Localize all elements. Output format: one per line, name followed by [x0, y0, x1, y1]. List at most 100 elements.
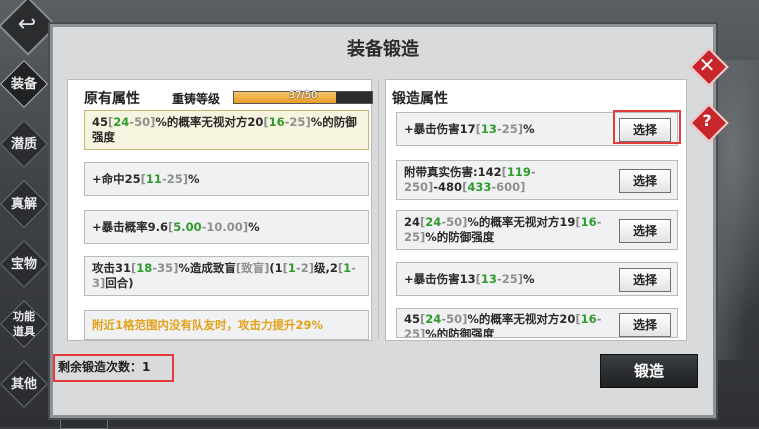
side-tab-true-solution[interactable]: 真解: [0, 179, 49, 229]
attr-text-segment: 16: [580, 312, 597, 326]
forge-attr-row: +暴击伤害13[13-25]% 选择: [396, 262, 678, 296]
attr-text-segment: -35: [152, 261, 174, 275]
attr-text-segment: %的概率无视对方20: [467, 312, 576, 326]
side-tab-label: 功能道具: [13, 310, 35, 338]
attr-text-segment: 附带真实伤害:142: [404, 165, 502, 179]
attr-text-segment: %: [187, 171, 200, 186]
attr-text-segment: -600: [491, 180, 521, 194]
forge-attr-text: +暴击伤害17[13-25]%: [404, 122, 624, 137]
attr-text-segment: 24: [404, 215, 421, 229]
attr-text-segment: 45: [92, 115, 109, 129]
attr-text-segment: -2: [295, 261, 309, 275]
forge-attr-row: 24[24-50]%的概率无视对方19[16-25]%的防御强度 选择: [396, 210, 678, 250]
back-button[interactable]: ↩: [0, 0, 58, 56]
attr-text-segment: 433: [467, 180, 492, 194]
forge-attributes-heading: 锻造属性: [392, 91, 448, 107]
attr-text-segment: %: [248, 219, 260, 234]
attr-text-segment: 16: [268, 115, 285, 129]
attr-text-segment: 16: [580, 215, 597, 229]
attr-text-segment: -50: [129, 115, 151, 129]
attr-text-segment: -25: [496, 121, 518, 136]
attr-text-segment: 119: [506, 165, 531, 179]
side-tab-treasure[interactable]: 宝物: [0, 239, 49, 289]
attr-text-segment: -50: [441, 215, 463, 229]
rebuild-progress-text: 37/50: [288, 90, 318, 101]
forge-attr-text: +暴击伤害13[13-25]%: [404, 272, 624, 287]
original-attr-special-text: 附近1格范围内没有队友时，攻击力提升29%: [92, 317, 324, 332]
remaining-forge-count: 剩余锻造次数：1: [58, 360, 151, 374]
original-attr-row-special[interactable]: 附近1格范围内没有队友时，攻击力提升29%: [84, 310, 369, 340]
attr-text-segment: %: [522, 121, 535, 136]
attr-text-segment: +命中25: [92, 171, 141, 186]
original-attr-row[interactable]: +暴击概率9.6[5.00-10.00]%: [84, 210, 369, 244]
dialog-title: 装备锻造: [347, 39, 419, 60]
attr-text-segment: [致盲]: [235, 261, 270, 275]
side-tab-label: 潜质: [10, 136, 37, 152]
original-attributes-panel: 原有属性 重铸等级 37/50 45[24-50]%的概率无视对方20[16-2…: [67, 79, 373, 341]
attr-text-segment: 13: [480, 121, 497, 136]
attr-text-segment: %: [522, 271, 535, 286]
side-tab-function-items[interactable]: 功能道具: [0, 299, 49, 349]
attr-text-segment: 1: [287, 261, 296, 275]
side-tab-label: 装备: [10, 76, 37, 92]
attr-text-segment: -25: [496, 271, 518, 286]
attr-text-segment: 回合): [105, 276, 134, 290]
attr-text-segment: 13: [480, 271, 497, 286]
side-tab-label: 宝物: [10, 256, 37, 272]
attr-text-segment: 11: [145, 171, 162, 186]
original-attr-text: 45[24-50]%的概率无视对方20[16-25]%的防御强度: [92, 115, 361, 145]
help-button[interactable]: ?: [689, 103, 729, 143]
attr-text-segment: (1: [269, 261, 283, 275]
select-button[interactable]: 选择: [619, 219, 671, 243]
attr-text-segment: %的防御强度: [425, 230, 495, 244]
select-button[interactable]: 选择: [619, 313, 671, 337]
rebuild-level-label: 重铸等级: [172, 92, 221, 106]
attr-text-segment: 级,2: [313, 261, 338, 275]
attr-text-segment: %的防御强度: [425, 327, 495, 338]
attr-text-segment: -50: [441, 312, 463, 326]
attr-text-segment: %的概率无视对方19: [467, 215, 576, 229]
attr-text-segment: -25: [284, 115, 306, 129]
attr-text-segment: %造成致盲: [178, 261, 236, 275]
attr-text-segment: -10.00: [201, 219, 243, 234]
side-tab-label: 其他: [10, 376, 37, 392]
forge-attr-text: 24[24-50]%的概率无视对方19[16-25]%的防御强度: [404, 215, 624, 245]
attr-text-segment: 1: [343, 261, 352, 275]
help-icon: ?: [702, 111, 712, 130]
attr-text-segment: 24: [425, 215, 442, 229]
original-attr-row[interactable]: 攻击31[18-35]%造成致盲[致盲](1[1-2]级,2[1-3]回合): [84, 256, 369, 296]
attr-text-segment: -480: [433, 180, 463, 194]
attr-text-segment: 45: [404, 312, 421, 326]
side-tab-label: 真解: [10, 196, 37, 212]
attr-text-segment: 攻击31: [92, 261, 132, 275]
close-icon: ✕: [698, 53, 716, 77]
original-attr-row[interactable]: 45[24-50]%的概率无视对方20[16-25]%的防御强度: [84, 110, 369, 150]
attr-text-segment: ]: [520, 180, 526, 194]
select-button[interactable]: 选择: [619, 268, 671, 292]
highlight-select-box: [613, 110, 681, 144]
attr-text-segment: 24: [113, 115, 130, 129]
forge-attr-text: 附带真实伤害:142[119-250]-480[433-600]: [404, 165, 624, 195]
forge-attr-row: 附带真实伤害:142[119-250]-480[433-600] 选择: [396, 160, 678, 200]
side-tab-potential[interactable]: 潜质: [0, 119, 49, 169]
attr-text-segment: 24: [425, 312, 442, 326]
attr-text-segment: +暴击概率9.6: [92, 219, 169, 234]
original-attr-row[interactable]: +命中25[11-25]%: [84, 162, 369, 196]
attr-text-segment: +暴击伤害13: [404, 271, 476, 286]
original-attr-text: +命中25[11-25]%: [92, 172, 200, 187]
forge-attr-text: 45[24-50]%的概率无视对方20[16-25]%的防御强度: [404, 312, 624, 338]
attr-text-segment: 5.00: [173, 219, 202, 234]
forge-attr-row: 45[24-50]%的概率无视对方20[16-25]%的防御强度 选择: [396, 308, 678, 338]
forge-button[interactable]: 锻造: [600, 354, 698, 388]
original-attr-text: 攻击31[18-35]%造成致盲[致盲](1[1-2]级,2[1-3]回合): [92, 261, 361, 291]
panel-divider: [378, 79, 379, 339]
attr-text-segment: +暴击伤害17: [404, 121, 476, 136]
side-tab-other[interactable]: 其他: [0, 359, 49, 409]
close-button[interactable]: ✕: [689, 47, 729, 87]
rebuild-progress-bar: 37/50: [233, 90, 373, 104]
attr-text-segment: -25: [161, 171, 183, 186]
select-button[interactable]: 选择: [619, 169, 671, 193]
attr-text-segment: 18: [136, 261, 153, 275]
attr-text-segment: %的概率无视对方20: [155, 115, 264, 129]
side-tab-equipment[interactable]: 装备: [0, 59, 49, 109]
